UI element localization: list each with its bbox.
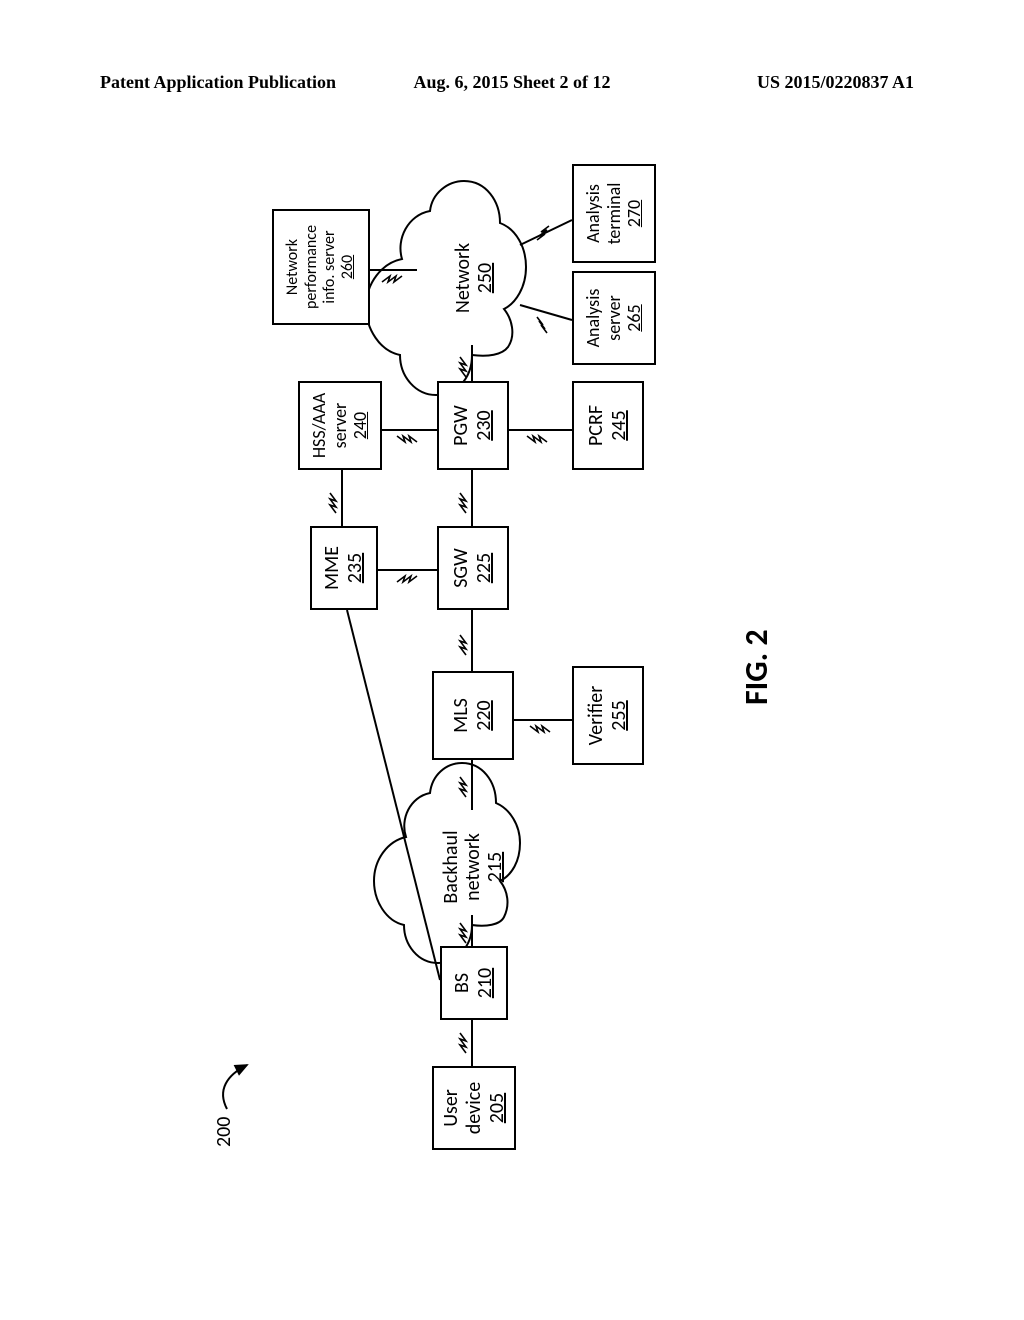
node-ref: 225 (473, 553, 496, 583)
node-perf-server: Network performance info. server 260 (272, 209, 370, 325)
node-label: MLS (450, 698, 473, 733)
node-ref: 215 (483, 852, 507, 882)
node-label: server (330, 403, 351, 449)
node-sgw: SGW 225 (437, 526, 509, 610)
node-label: Network (284, 239, 302, 295)
node-ref: 265 (624, 304, 645, 331)
node-bs: BS 210 (440, 946, 508, 1020)
node-hss: HSS/AAA server 240 (298, 381, 382, 470)
node-label: terminal (604, 183, 625, 245)
node-verifier: Verifier 255 (572, 666, 644, 765)
node-label: Backhaul (439, 830, 463, 903)
node-analysis-terminal: Analysis terminal 270 (572, 164, 656, 263)
node-ref: 210 (474, 968, 497, 998)
node-ref: 250 (473, 263, 497, 293)
node-ref: 245 (608, 410, 631, 440)
node-mme: MME 235 (310, 526, 378, 610)
node-label: User (440, 1089, 463, 1127)
node-label: Analysis (583, 289, 604, 348)
node-label: HSS/AAA (309, 393, 330, 458)
node-ref: 255 (608, 700, 631, 730)
node-user-device: User device 205 (432, 1066, 516, 1150)
figure-rotated-container: 200 (172, 125, 852, 1175)
header-center: Aug. 6, 2015 Sheet 2 of 12 (414, 72, 611, 93)
node-network: Network 250 (452, 223, 496, 333)
node-label: MME (321, 546, 344, 590)
node-label: PCRF (585, 405, 608, 446)
node-ref: 230 (473, 410, 496, 440)
node-ref: 260 (339, 255, 357, 279)
node-ref: 205 (486, 1093, 509, 1123)
node-label: info. server (321, 230, 339, 303)
node-label: Verifier (585, 686, 608, 745)
node-mls: MLS 220 (432, 671, 514, 760)
node-label: device (463, 1082, 486, 1134)
cloud-network (366, 181, 526, 395)
node-pcrf: PCRF 245 (572, 381, 644, 470)
header-left: Patent Application Publication (100, 72, 336, 93)
node-label: Network (451, 243, 475, 313)
node-ref: 220 (473, 700, 496, 730)
node-label: PGW (450, 405, 473, 446)
node-backhaul: Backhaul network 215 (440, 817, 506, 917)
node-label: BS (451, 973, 474, 993)
node-pgw: PGW 230 (437, 381, 509, 470)
header-right: US 2015/0220837 A1 (757, 72, 914, 93)
node-label: Analysis (583, 184, 604, 243)
node-analysis-server: Analysis server 265 (572, 271, 656, 365)
node-label: performance (303, 225, 321, 309)
node-ref: 235 (344, 553, 367, 583)
node-ref: 270 (624, 200, 645, 227)
node-label: server (604, 295, 625, 341)
node-ref: 240 (350, 412, 371, 439)
node-label: SGW (450, 548, 473, 588)
node-label: network (461, 833, 485, 901)
figure-2: 200 (172, 125, 852, 1175)
figure-label: FIG. 2 (737, 629, 776, 705)
